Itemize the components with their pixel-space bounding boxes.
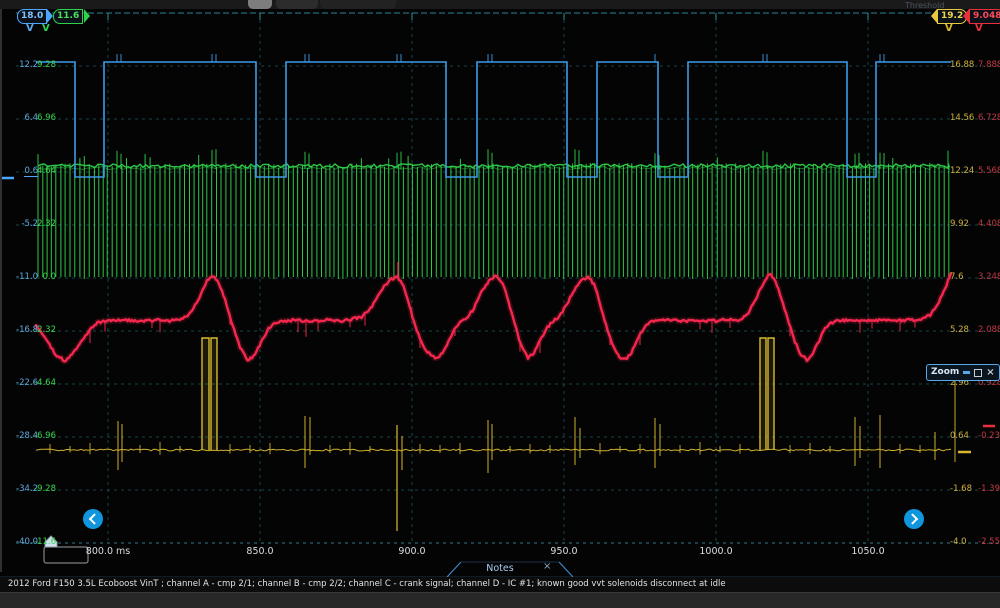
channel-a-unit-label: V <box>26 23 34 34</box>
channel-c-range-value: 9.048 <box>973 10 1000 23</box>
channel-d-unit-label: V <box>945 23 953 34</box>
axis-label-green-1: 6.96 <box>0 114 56 123</box>
axis-label-yellow-0: 16.88 <box>950 61 974 70</box>
axis-label-green-5: -2.32 <box>0 326 56 335</box>
chevron-right-icon <box>907 513 918 524</box>
picoscope-window: Threshold 18.0 11.6 19.2 9.048 V V V V 1… <box>0 0 1000 608</box>
axis-label-yellow-4: 7.6 <box>950 273 964 282</box>
channel-c-range-tag[interactable]: 9.048 <box>969 9 1000 24</box>
axis-label-green-8: -9.28 <box>0 485 56 494</box>
time-axis-label-0: 800.0 ms <box>86 546 130 557</box>
axis-label-yellow-5: 5.28 <box>950 326 969 335</box>
notes-text[interactable]: 2012 Ford F150 3.5L Ecoboost VinT ; chan… <box>8 579 726 589</box>
waveform-ic1-yellow <box>36 338 955 531</box>
axis-label-green-4: 0.0 <box>0 273 56 282</box>
waveform-cmp21-blue <box>36 54 951 177</box>
time-axis-label-4: 1000.0 <box>699 546 732 557</box>
time-axis-label-5: 1050.0 <box>851 546 884 557</box>
status-bar <box>0 592 1000 608</box>
chevron-left-icon <box>89 513 100 524</box>
zoom-window-title: Zoom <box>931 366 959 379</box>
axis-label-red-1: 6.728 <box>978 114 1000 123</box>
channel-b-tag-arrow-icon <box>84 9 90 23</box>
channel-b-range-tag[interactable]: 11.6 <box>53 9 83 24</box>
notes-tab-close-icon[interactable]: × <box>543 561 551 572</box>
minimize-icon[interactable] <box>963 371 970 374</box>
axis-label-yellow-1: 14.56 <box>950 114 974 123</box>
channel-b-unit-label: V <box>42 23 50 34</box>
maximize-icon[interactable] <box>974 369 982 377</box>
axis-label-red-3: 4.408 <box>978 220 1000 229</box>
toolbar-remnant <box>0 0 1000 9</box>
pan-left-button[interactable] <box>83 509 103 529</box>
axis-label-red-4: 3.248 <box>978 273 1000 282</box>
time-axis-label-3: 950.0 <box>550 546 577 557</box>
time-axis-label-1: 850.0 <box>246 546 273 557</box>
toolbar-button-remnant[interactable] <box>248 0 272 9</box>
close-icon[interactable]: × <box>986 366 994 379</box>
waveform-crank-signal-green <box>38 149 950 279</box>
axis-label-red-7: -0.232 <box>978 432 1000 441</box>
axis-label-red-2: 5.568 <box>978 167 1000 176</box>
zoom-overview-window[interactable]: Zoom × <box>926 364 1000 381</box>
axis-label-yellow-7: 0.64 <box>950 432 969 441</box>
axis-label-yellow-8: -1.68 <box>950 485 972 494</box>
channel-d-range-value: 19.2 <box>941 10 963 23</box>
scope-plot-area[interactable] <box>0 0 1000 608</box>
channel-b-range-value: 11.6 <box>57 10 79 23</box>
axis-label-green-6: -4.64 <box>0 379 56 388</box>
axis-label-yellow-2: 12.24 <box>950 167 974 176</box>
axis-label-green-2: 4.64 <box>0 167 56 176</box>
axis-label-green-7: -6.96 <box>0 432 56 441</box>
axis-label-green-0: 9.28 <box>0 61 56 70</box>
toolbar-button-remnant[interactable] <box>320 0 396 9</box>
axis-label-red-9: -2.552 <box>978 538 1000 547</box>
axis-label-red-5: 2.088 <box>978 326 1000 335</box>
time-axis-label-2: 900.0 <box>398 546 425 557</box>
axis-label-green-3: 2.32 <box>0 220 56 229</box>
axis-label-red-8: -1.392 <box>978 485 1000 494</box>
channel-a-range-tag[interactable]: 18.0 <box>17 9 47 24</box>
axis-label-green-9: -11.6 <box>0 538 56 547</box>
toolbar-faint-text: Threshold <box>905 0 944 9</box>
notes-tab[interactable]: Notes <box>460 563 540 574</box>
axis-label-yellow-9: -4.0 <box>950 538 967 547</box>
channel-c-unit-label: V <box>975 23 983 34</box>
left-edge-strip <box>0 0 2 572</box>
axis-label-red-0: 7.888 <box>978 61 1000 70</box>
channel-a-range-value: 18.0 <box>21 10 43 23</box>
toolbar-button-remnant[interactable] <box>276 0 318 9</box>
pan-right-button[interactable] <box>904 509 924 529</box>
axis-label-yellow-3: 9.92 <box>950 220 969 229</box>
